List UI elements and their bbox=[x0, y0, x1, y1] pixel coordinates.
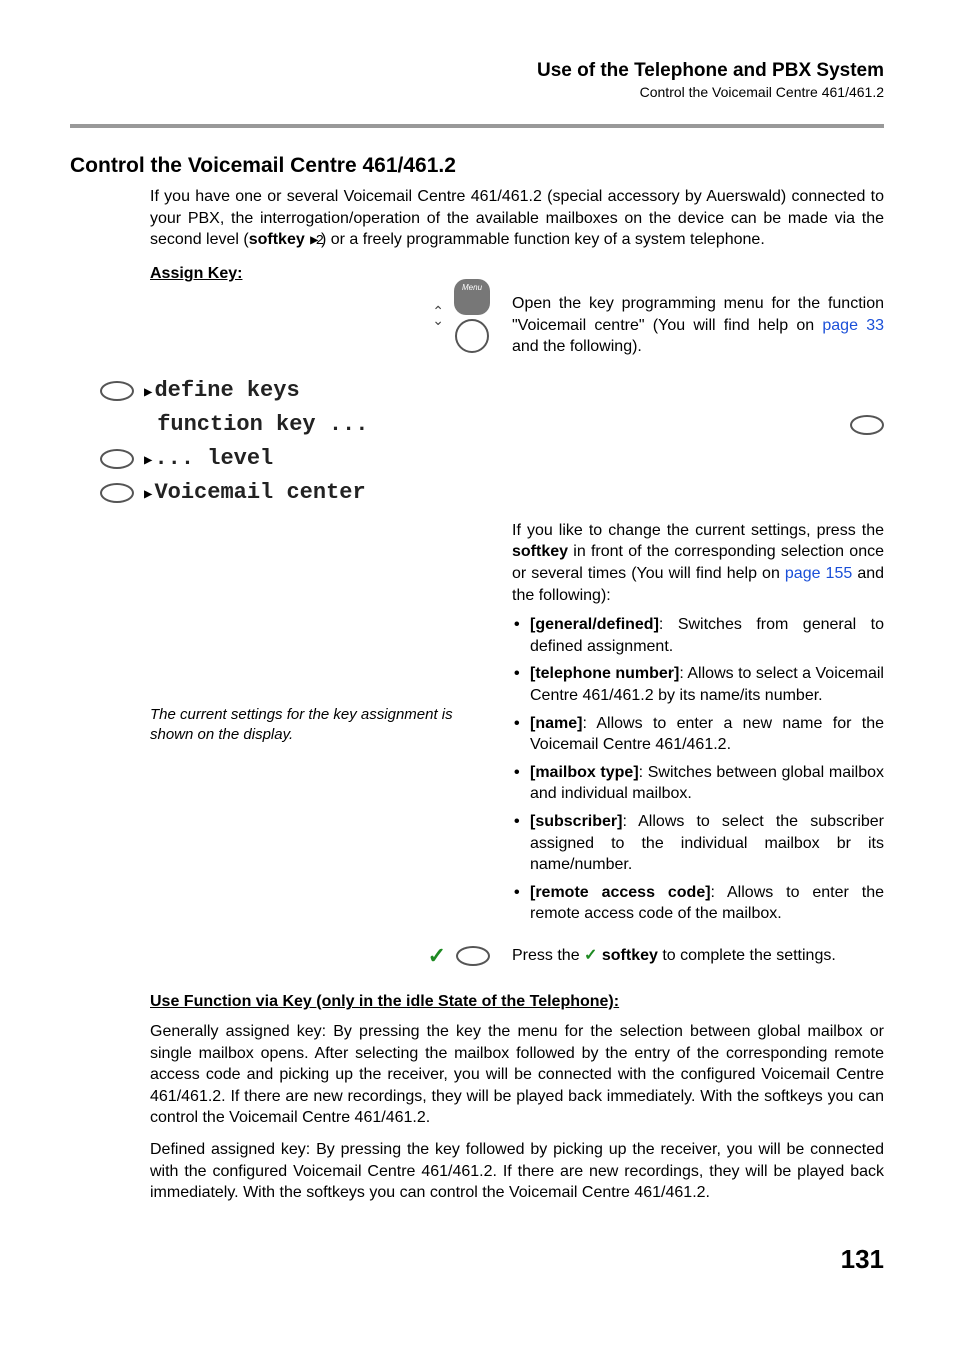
menu-button-icon: Menu bbox=[454, 279, 490, 315]
current-settings-note: The current settings for the key assignm… bbox=[150, 705, 490, 746]
softkey-oval-icon bbox=[456, 946, 490, 966]
press-pre: Press the bbox=[512, 947, 584, 964]
page-33-link[interactable]: page 33 bbox=[822, 317, 884, 334]
assign-key-heading: Assign Key: bbox=[150, 265, 884, 283]
press-soft: softkey bbox=[597, 947, 657, 964]
softkey-oval-icon bbox=[100, 381, 134, 401]
running-header-title: Use of the Telephone and PBX System bbox=[70, 60, 884, 82]
divider bbox=[70, 124, 884, 128]
list-item: [telephone number]: Allows to select a V… bbox=[512, 663, 884, 706]
settings-list: [general/defined]: Switches from general… bbox=[512, 614, 884, 925]
page-155-link[interactable]: page 155 bbox=[785, 565, 852, 582]
change-settings-text: If you like to change the current settin… bbox=[512, 520, 884, 606]
check-icon: ✓ bbox=[428, 943, 446, 969]
softkey-oval-icon bbox=[850, 415, 884, 435]
level2-icon: ▶2 bbox=[305, 233, 321, 249]
triangle-icon: ▶ bbox=[144, 487, 152, 503]
press-post: to complete the settings. bbox=[658, 947, 836, 964]
bullet-label: [mailbox type] bbox=[530, 764, 639, 781]
up-down-arrows-icon: ⌃⌄ bbox=[432, 307, 444, 325]
intro-softkey: softkey bbox=[249, 231, 305, 248]
list-item: [subscriber]: Allows to select the subsc… bbox=[512, 811, 884, 876]
check-icon: ✓ bbox=[584, 947, 597, 964]
softkey-oval-icon bbox=[100, 449, 134, 469]
triangle-icon: ▶ bbox=[144, 453, 152, 469]
use-function-p1: Generally assigned key: By pressing the … bbox=[150, 1021, 884, 1129]
menu-button-label: Menu bbox=[462, 283, 482, 292]
intro-paragraph: If you have one or several Voicemail Cen… bbox=[150, 186, 884, 251]
bullet-label: [general/defined] bbox=[530, 616, 659, 633]
lcd-define-keys: ▶define keys bbox=[144, 378, 300, 403]
triangle-icon: ▶ bbox=[144, 385, 152, 401]
softkey-oval-icon bbox=[100, 483, 134, 503]
change-pre: If you like to change the current settin… bbox=[512, 522, 884, 539]
page-number: 131 bbox=[70, 1244, 884, 1275]
change-softkey: softkey bbox=[512, 543, 568, 560]
bullet-label: [telephone number] bbox=[530, 665, 679, 682]
intro-post: ) or a freely programmable function key … bbox=[321, 231, 765, 248]
bullet-label: [remote access code] bbox=[530, 884, 711, 901]
list-item: [name]: Allows to enter a new name for t… bbox=[512, 713, 884, 756]
bullet-text: : Allows to enter a new name for the Voi… bbox=[530, 715, 884, 754]
open-menu-text: Open the key programming menu for the fu… bbox=[512, 293, 884, 358]
section-heading: Control the Voicemail Centre 461/461.2 bbox=[70, 154, 884, 178]
list-item: [remote access code]: Allows to enter th… bbox=[512, 882, 884, 925]
lcd-level: ▶... level bbox=[144, 446, 273, 471]
open-post: and the following). bbox=[512, 338, 642, 355]
running-header-subtitle: Control the Voicemail Centre 461/461.2 bbox=[70, 84, 884, 100]
bullet-label: [name] bbox=[530, 715, 582, 732]
lcd-function-key: function key ... bbox=[144, 412, 368, 437]
use-function-p2: Defined assigned key: By pressing the ke… bbox=[150, 1139, 884, 1204]
softkey-oval-icon bbox=[455, 319, 489, 353]
bullet-label: [subscriber] bbox=[530, 813, 622, 830]
press-softkey-text: Press the ✓ softkey to complete the sett… bbox=[512, 945, 836, 967]
lcd-voicemail-center: ▶Voicemail center bbox=[144, 480, 366, 505]
list-item: [mailbox type]: Switches between global … bbox=[512, 762, 884, 805]
use-function-heading: Use Function via Key (only in the idle S… bbox=[150, 993, 884, 1011]
list-item: [general/defined]: Switches from general… bbox=[512, 614, 884, 657]
